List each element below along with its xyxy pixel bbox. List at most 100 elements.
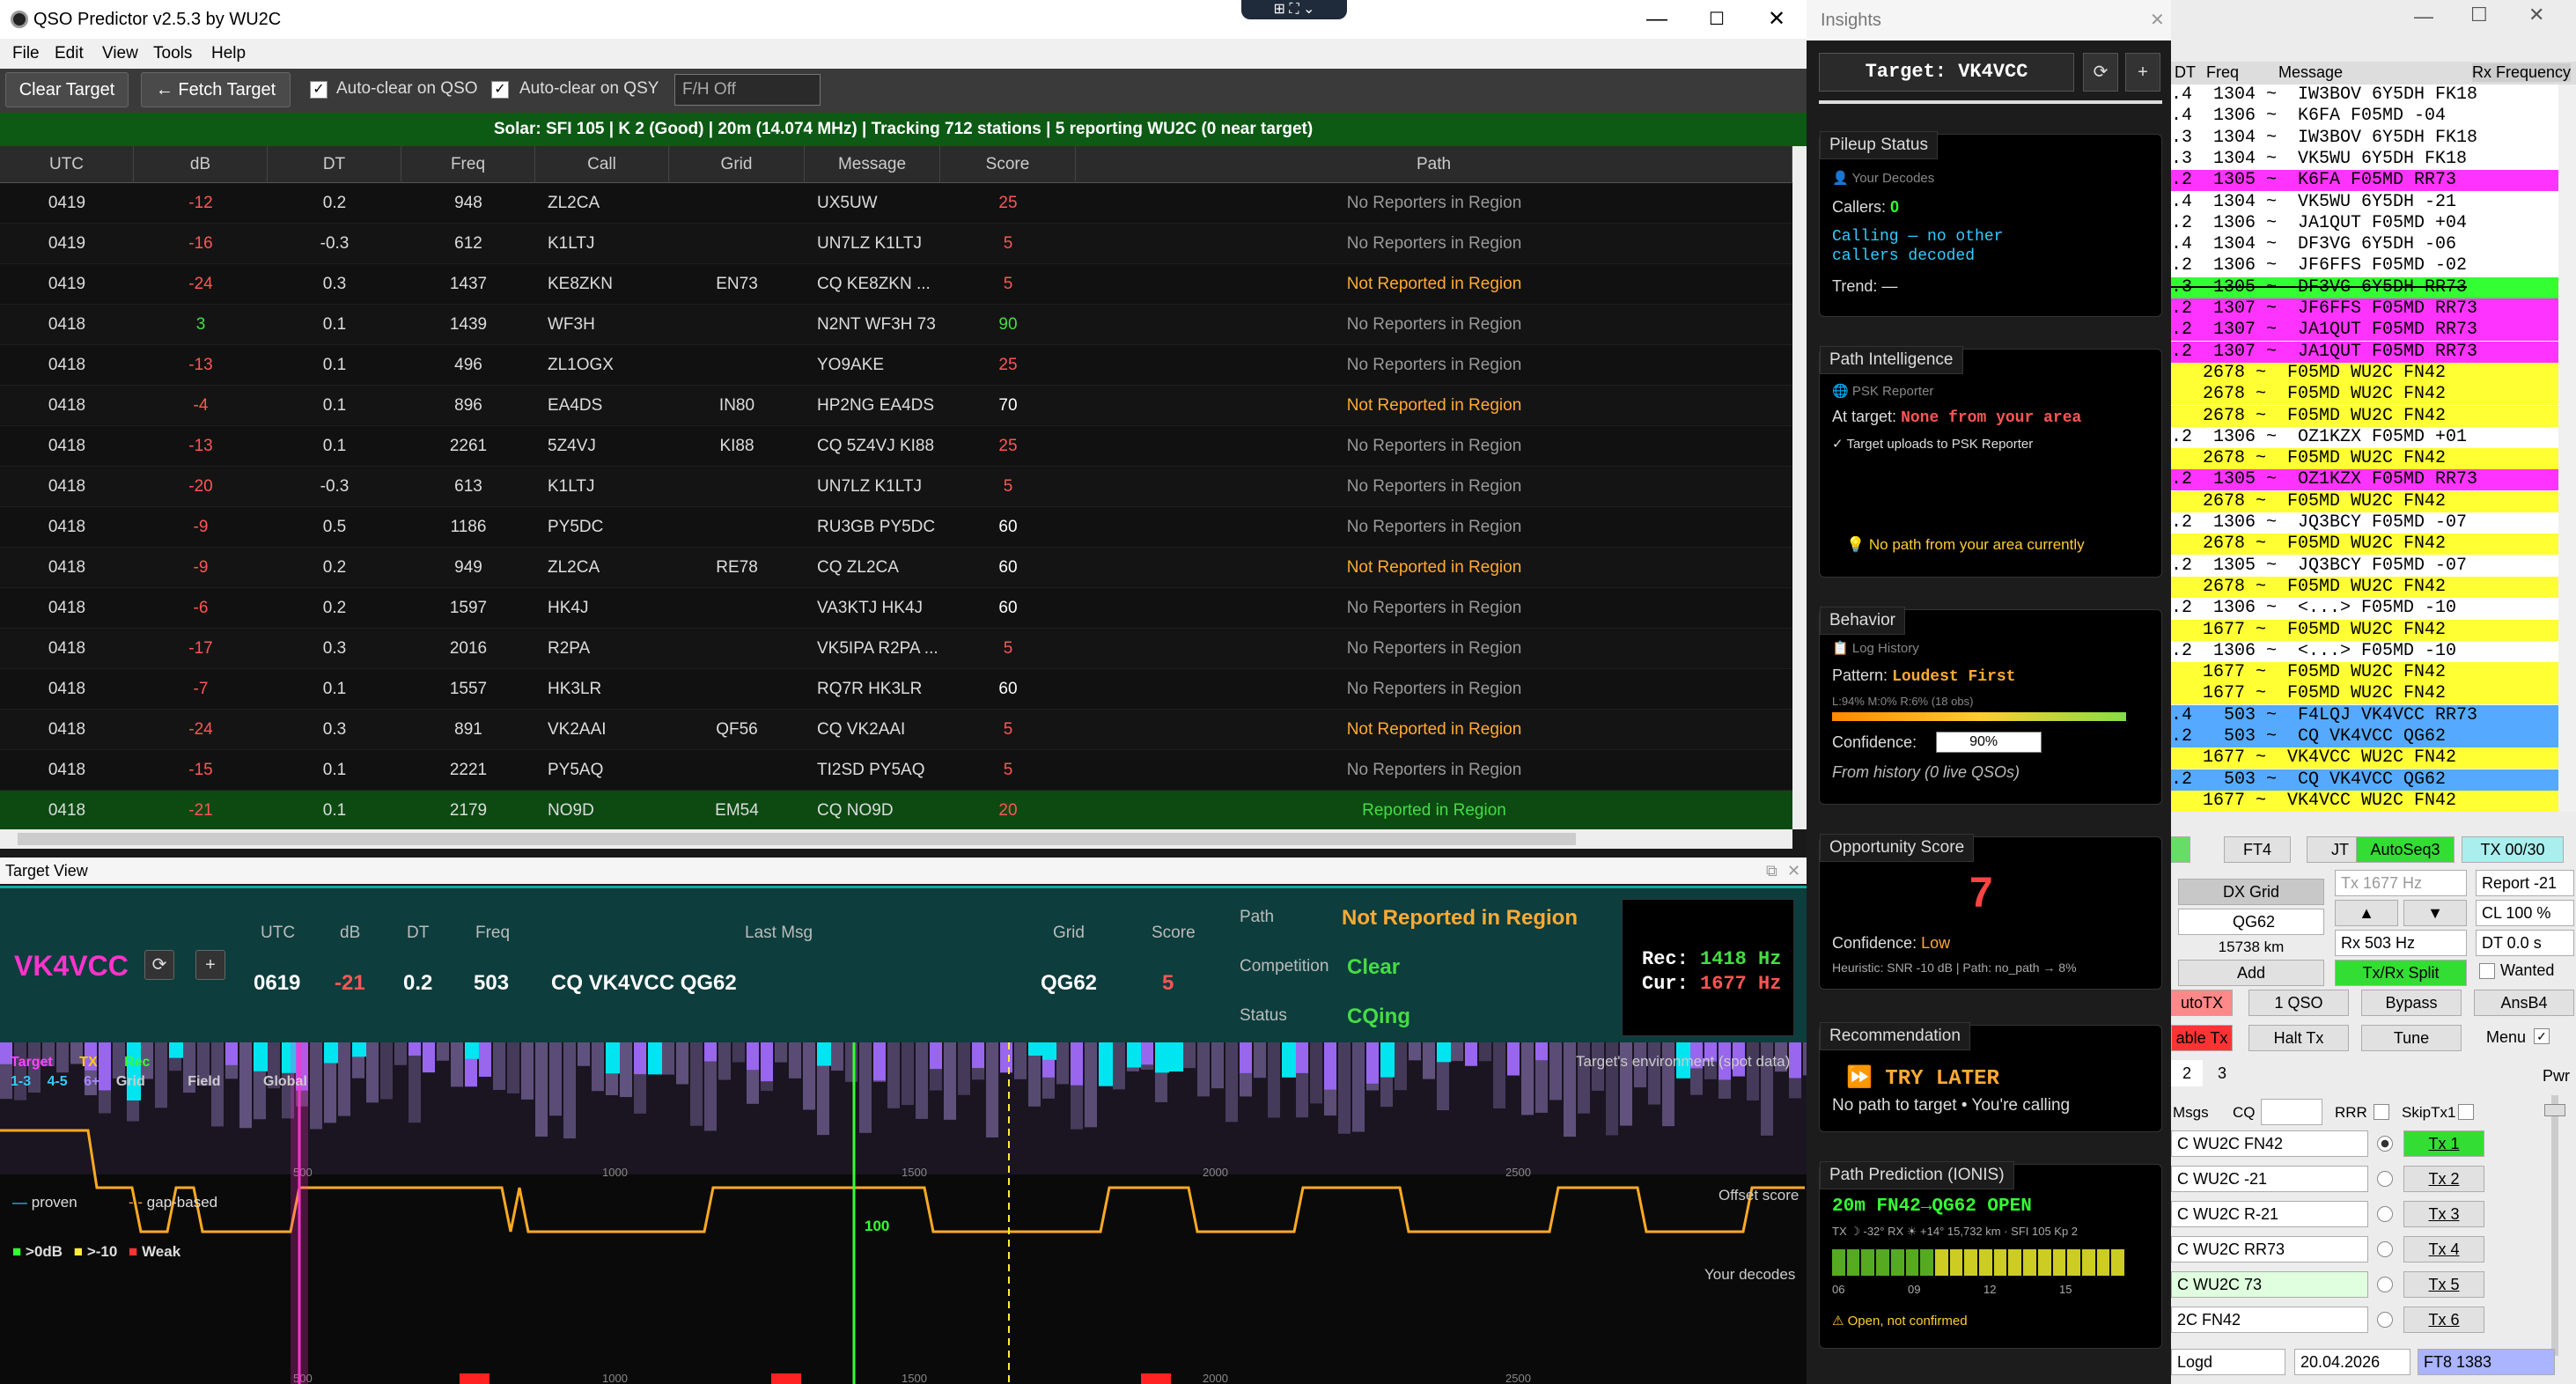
- col-message[interactable]: Message: [805, 146, 940, 183]
- close-panel-icon[interactable]: ✕: [1787, 858, 1800, 884]
- tx-message-field[interactable]: C WU2C FN42: [2171, 1130, 2368, 1157]
- decode-line[interactable]: 1677 ~ F05MD WU2C FN42: [2171, 619, 2558, 641]
- decode-line[interactable]: .2 1306 ~ JF6FFS F05MD -02: [2171, 255, 2558, 277]
- table-row[interactable]: 0418 -4 0.1 896 EA4DS IN80 HP2NG EA4DS ... 70 No…: [0, 386, 1792, 455]
- decode-line[interactable]: .2 1305 ~ JQ3BCY F05MD -07: [2171, 555, 2558, 577]
- col-dt[interactable]: DT: [268, 146, 401, 183]
- decode-line[interactable]: .2 1305 ~ K6FA F05MD RR73: [2171, 170, 2558, 192]
- decode-scrollbar[interactable]: [2558, 85, 2576, 812]
- decode-line[interactable]: .4 1304 ~ IW3BOV 6Y5DH FK18: [2171, 85, 2558, 106]
- power-slider[interactable]: [2551, 1095, 2558, 1356]
- halt-tx-button[interactable]: Halt Tx: [2248, 1025, 2349, 1051]
- float-icon[interactable]: ⧉: [1766, 858, 1777, 884]
- tab-2[interactable]: 2: [2171, 1060, 2203, 1086]
- col-freq[interactable]: Freq: [401, 146, 535, 183]
- decode-line[interactable]: .4 503 ~ F4LQJ VK4VCC RR73: [2171, 704, 2558, 726]
- tx-button[interactable]: Tx 6: [2403, 1307, 2484, 1333]
- minimize-icon[interactable]: —: [1630, 4, 1683, 35]
- dt-spinner[interactable]: DT 0.0 s: [2476, 930, 2574, 956]
- table-row[interactable]: 0418 -7 0.1 1557 HK3LR RQ7R HK3LR 73 60 No Repo…: [0, 669, 1792, 739]
- table-row[interactable]: 0419 -12 0.2 948 ZL2CA UX5UW ZL2CA... 25 No Rep…: [0, 183, 1792, 253]
- decode-line[interactable]: 1677 ~ VK4VCC WU2C FN42: [2171, 790, 2558, 812]
- close-icon[interactable]: ✕: [1750, 4, 1803, 35]
- band-waterfall[interactable]: 500 500 1000 1000 1500 1500 2000 2000 2500 2500 10…: [0, 1042, 1807, 1384]
- decode-line[interactable]: 2678 ~ F05MD WU2C FN42: [2171, 576, 2558, 598]
- menu-checkbox[interactable]: ✓: [2534, 1028, 2550, 1044]
- auto-clear-qso-checkbox[interactable]: ✓: [310, 81, 328, 99]
- fetch-target-button[interactable]: ← Fetch Target: [141, 72, 291, 107]
- tx-radio[interactable]: [2377, 1136, 2393, 1152]
- col-db[interactable]: dB: [134, 146, 268, 183]
- decode-line[interactable]: .2 1305 ~ OZ1KZX F05MD RR73: [2171, 469, 2558, 491]
- table-row[interactable]: 0418 -9 0.5 1186 PY5DC RU3GB PY5DC ... 60 No Re…: [0, 507, 1792, 577]
- menu-tools[interactable]: Tools: [153, 44, 192, 63]
- decode-line[interactable]: .4 1306 ~ K6FA F05MD -04: [2171, 106, 2558, 128]
- tx-button[interactable]: Tx 3: [2403, 1201, 2484, 1227]
- rrr-checkbox[interactable]: [2374, 1104, 2389, 1120]
- one-qso-button[interactable]: 1 QSO: [2248, 990, 2349, 1016]
- decode-line[interactable]: .2 1306 ~ OZ1KZX F05MD +01: [2171, 426, 2558, 448]
- decode-line[interactable]: .3 1305 ~ DF3VG 6Y5DH RR73: [2171, 276, 2558, 298]
- snap-layout-icon[interactable]: ⊞ ⛶ ⌄: [1241, 0, 1347, 19]
- cl-spinner[interactable]: CL 100 %: [2476, 900, 2574, 926]
- dx-grid-field[interactable]: QG62: [2178, 909, 2324, 935]
- table-row[interactable]: 0418 -21 0.1 2179 NO9D EM54 CQ NO9D EM54 20 Repo…: [0, 791, 1792, 829]
- clear-target-button[interactable]: Clear Target: [5, 72, 129, 107]
- tx-button[interactable]: Tx 1: [2403, 1130, 2484, 1157]
- decode-line[interactable]: 1677 ~ VK4VCC WU2C FN42: [2171, 747, 2558, 769]
- tx-radio[interactable]: [2377, 1312, 2393, 1328]
- tx-rx-split-button[interactable]: Tx/Rx Split: [2335, 960, 2467, 986]
- decode-line[interactable]: 1677 ~ F05MD WU2C FN42: [2171, 683, 2558, 705]
- table-row[interactable]: 0418 -20 -0.3 613 K1LTJ UN7LZ K1LTJ ... 5 No Re…: [0, 467, 1792, 536]
- col-call[interactable]: Call: [535, 146, 669, 183]
- tx-message-field[interactable]: C WU2C -21: [2171, 1166, 2368, 1192]
- decode-line[interactable]: .2 1306 ~ JQ3BCY F05MD -07: [2171, 512, 2558, 534]
- insights-close-icon[interactable]: ✕: [2150, 0, 2165, 40]
- decode-line[interactable]: .2 503 ~ CQ VK4VCC QG62: [2171, 769, 2558, 791]
- tune-button[interactable]: Tune: [2361, 1025, 2462, 1051]
- wsjt-maximize-icon[interactable]: ☐: [2470, 4, 2488, 26]
- tx-radio[interactable]: [2377, 1277, 2393, 1292]
- tab-3[interactable]: 3: [2206, 1060, 2238, 1086]
- decode-line[interactable]: 2678 ~ F05MD WU2C FN42: [2171, 448, 2558, 470]
- autoseq-button[interactable]: AutoSeq3: [2356, 836, 2455, 863]
- maximize-icon[interactable]: ☐: [1690, 4, 1743, 35]
- col-score[interactable]: Score: [940, 146, 1076, 183]
- decode-line[interactable]: .4 1304 ~ VK5WU 6Y5DH -21: [2171, 191, 2558, 213]
- add-button[interactable]: Add: [2178, 960, 2324, 986]
- wanted-checkbox[interactable]: [2479, 963, 2495, 979]
- table-row[interactable]: 0418 -17 0.3 2016 R2PA VK5IPA R2PA ... 5 No Rep…: [0, 629, 1792, 669]
- tx-down-icon[interactable]: ▼: [2403, 900, 2467, 926]
- table-row[interactable]: 0418 -24 0.3 891 VK2AAI QF56 CQ VK2AAI QF56 5 No…: [0, 710, 1792, 779]
- table-row[interactable]: 0419 -24 0.3 1437 KE8ZKN EN73 CQ KE8ZKN ... 5 No…: [0, 264, 1792, 305]
- tx-radio[interactable]: [2377, 1241, 2393, 1257]
- table-row[interactable]: 0418 -13 0.1 2261 5Z4VJ KI88 CQ 5Z4VJ KI88 25 No…: [0, 426, 1792, 467]
- refresh-icon[interactable]: ⟳: [144, 950, 174, 980]
- decode-line[interactable]: 1677 ~ F05MD WU2C FN42: [2171, 662, 2558, 684]
- tx-message-field[interactable]: 2C FN42: [2171, 1307, 2368, 1333]
- tx-hz-field[interactable]: Tx 1677 Hz: [2335, 870, 2467, 896]
- tx-radio[interactable]: [2377, 1171, 2393, 1187]
- decode-line[interactable]: 2678 ~ F05MD WU2C FN42: [2171, 490, 2558, 512]
- tx-radio[interactable]: [2377, 1206, 2393, 1222]
- report-spinner[interactable]: Report -21: [2476, 870, 2574, 896]
- decode-line[interactable]: .2 503 ~ CQ VK4VCC QG62: [2171, 726, 2558, 747]
- insights-add-icon[interactable]: +: [2125, 53, 2160, 92]
- fh-mode-field[interactable]: F/H Off: [674, 74, 821, 106]
- rx-hz-field[interactable]: Rx 503 Hz: [2335, 930, 2467, 956]
- tx-message-field[interactable]: C WU2C R-21: [2171, 1201, 2368, 1227]
- decode-line[interactable]: .3 1304 ~ VK5WU 6Y5DH FK18: [2171, 148, 2558, 170]
- auto-clear-qsy-checkbox[interactable]: ✓: [491, 81, 509, 99]
- ft4-button[interactable]: FT4: [2224, 836, 2291, 863]
- decode-line[interactable]: 2678 ~ F05MD WU2C FN42: [2171, 405, 2558, 427]
- decode-line[interactable]: .2 1306 ~ <...> F05MD -10: [2171, 640, 2558, 662]
- bypass-button[interactable]: Bypass: [2361, 990, 2462, 1016]
- table-horizontal-scrollbar[interactable]: [0, 829, 1792, 849]
- menu-help[interactable]: Help: [211, 44, 246, 63]
- menu-view[interactable]: View: [102, 44, 138, 63]
- tx-up-icon[interactable]: ▲: [2335, 900, 2398, 926]
- decode-line[interactable]: .2 1307 ~ JA1QUT F05MD RR73: [2171, 341, 2558, 363]
- skiptx1-checkbox[interactable]: [2458, 1104, 2474, 1120]
- scroll-thumb[interactable]: [18, 833, 1576, 845]
- table-row[interactable]: 0418 -13 0.1 496 ZL1OGX YO9AKE ZL1O... 25 No Re…: [0, 345, 1792, 415]
